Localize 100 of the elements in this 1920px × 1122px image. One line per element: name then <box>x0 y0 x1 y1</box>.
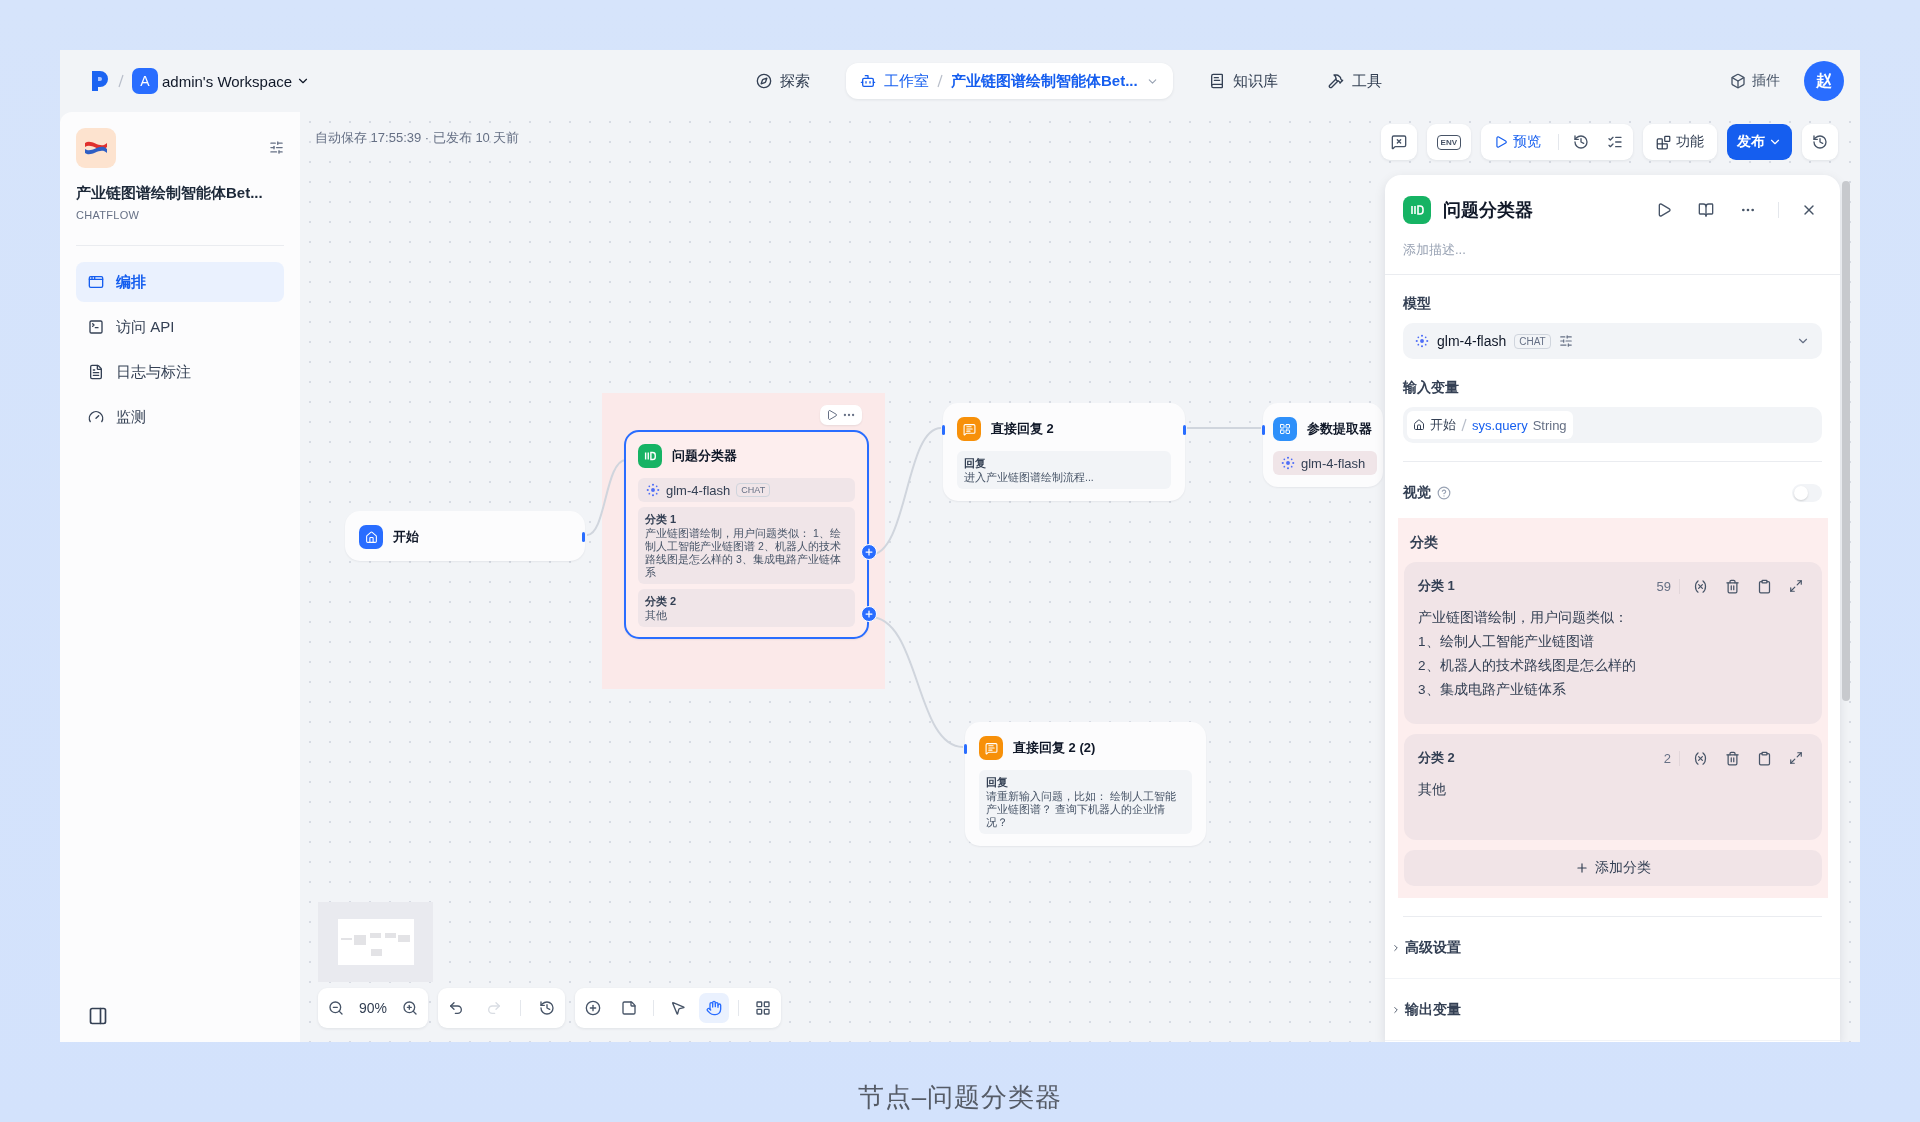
sidebar-item[interactable]: 日志与标注 <box>76 352 284 392</box>
history-icon[interactable] <box>539 1000 556 1016</box>
variable-name: sys.query <box>1472 417 1528 433</box>
workflow-node[interactable]: 参数提取器 glm-4-flash <box>1263 403 1383 487</box>
add-class-button[interactable]: 添加分类 <box>1404 850 1822 886</box>
grid-icon <box>1279 423 1291 435</box>
class-label: 分类 1 <box>1418 577 1456 595</box>
chevron-right-icon <box>1391 942 1401 953</box>
document-icon <box>88 364 104 380</box>
workflow-node[interactable]: 直接回复 2 (2) 回复 请重新输入问题，比如： 绘制人工智能产业链图谱？ 查询下机器人的企业情况？ <box>965 722 1206 846</box>
chevron-right-icon <box>1391 1004 1401 1015</box>
home-icon <box>364 530 378 544</box>
class-label: 分类 1 <box>645 512 678 527</box>
zoom-level[interactable]: 90% <box>355 1000 392 1016</box>
classifier-icon <box>1409 202 1425 218</box>
window-icon <box>88 274 104 290</box>
reply-label: 回复 <box>986 775 1009 790</box>
plus-icon <box>1575 861 1589 875</box>
nav-label: 工具 <box>1351 71 1382 91</box>
class-text: 产业链图谱绘制，用户问题类似： 1、绘制人工智能产业链图谱 2、机器人的技术路线图是怎么样的 3、集成电路产业链体系 <box>645 527 842 579</box>
model-icon <box>1415 334 1429 348</box>
class-text-line[interactable]: 2、机器人的技术路线图是怎么样的 <box>1418 654 1808 678</box>
message-icon <box>962 422 976 436</box>
variable-field[interactable]: 开始 sys.query String <box>1403 407 1822 443</box>
cube-icon <box>1730 73 1746 89</box>
run-icon[interactable] <box>826 409 838 421</box>
vision-toggle[interactable] <box>1792 484 1822 502</box>
home-icon <box>1413 419 1425 431</box>
book-icon <box>1208 73 1225 89</box>
caption: 节点–问题分类器 <box>857 1081 1063 1114</box>
breadcrumb-separator <box>118 74 124 88</box>
preview-button[interactable]: 预览 <box>1484 127 1551 157</box>
sidebar-item[interactable]: 编排 <box>76 262 284 302</box>
publish-button[interactable]: 发布 <box>1727 124 1792 160</box>
collapse-sidebar-icon[interactable] <box>88 1006 108 1026</box>
sidebar-item[interactable]: 访问 API <box>76 307 284 347</box>
section-label: 模型 <box>1403 295 1432 313</box>
node-title: 直接回复 2 (2) <box>1013 739 1096 757</box>
message-icon <box>984 741 998 755</box>
class-text-line[interactable]: 1、绘制人工智能产业链图谱 <box>1418 630 1808 654</box>
connection-handle[interactable] <box>1183 425 1186 435</box>
workflow-node[interactable]: 直接回复 2 回复 进入产业链图谱绘制流程... <box>943 403 1185 501</box>
app-breadcrumb[interactable]: 产业链图谱绘制智能体Bet... <box>951 71 1138 91</box>
workflow-node[interactable]: 开始 <box>345 511 585 561</box>
model-select[interactable]: glm-4-flash CHAT <box>1403 323 1822 359</box>
collapsible-section[interactable]: 高级设置 <box>1385 917 1840 979</box>
sidebar-item[interactable]: 监测 <box>76 397 284 437</box>
workspace-name: admin's Workspace <box>162 72 293 90</box>
panel-title: 问题分类器 <box>1443 199 1534 222</box>
terminal-icon <box>88 319 104 335</box>
scrollbar[interactable] <box>1842 181 1850 701</box>
nav-tab[interactable]: 工作室 产业链图谱绘制智能体Bet... <box>846 63 1173 99</box>
workspace-avatar: A <box>132 68 158 94</box>
nav-tab[interactable]: 工具 <box>1313 63 1396 99</box>
section-label: 输入变量 <box>1403 379 1460 397</box>
connection-handle[interactable] <box>964 744 967 754</box>
reply-text: 进入产业链图谱绘制流程... <box>964 471 1095 484</box>
settings-icon[interactable] <box>269 140 284 155</box>
collapsible-section[interactable]: 输出变量 <box>1385 979 1840 1041</box>
nav-tab[interactable]: 知识库 <box>1194 63 1292 99</box>
breadcrumb-separator <box>937 74 943 88</box>
class-text-line[interactable]: 3、集成电路产业链体系 <box>1418 678 1808 702</box>
section-label: 视觉 <box>1403 484 1431 502</box>
nav-label: 工作室 <box>884 71 929 91</box>
app-type: CHATFLOW <box>76 209 141 221</box>
class-label: 分类 2 <box>645 594 678 609</box>
user-avatar[interactable]: 赵 <box>1804 61 1844 101</box>
workflow-node[interactable]: 问题分类器 glm-4-flash CHAT 分类 1 产业链图谱绘制，用户问题类似： 1、绘制人工智能产业链图谱 2、机器人的技术路线图是怎么样的 3、集成电路产业链体系 分类 2 其他 <box>624 430 869 639</box>
nav-label: 探索 <box>780 71 810 91</box>
app-name: 产业链图谱绘制智能体Bet... <box>76 184 264 203</box>
sliders-icon[interactable] <box>1558 334 1573 348</box>
undo-icon[interactable] <box>448 1000 465 1016</box>
model-icon <box>1281 456 1295 470</box>
env-button[interactable]: ENV <box>1436 134 1461 150</box>
char-count: 59 <box>1656 578 1680 594</box>
variable-source-label: 开始 <box>1430 416 1456 434</box>
workspace-switcher[interactable]: A admin's Workspace <box>132 68 311 94</box>
reply-label: 回复 <box>964 456 987 471</box>
connection-handle[interactable] <box>582 532 585 542</box>
model-name: glm-4-flash <box>1301 455 1366 471</box>
node-title: 问题分类器 <box>672 447 737 465</box>
char-count: 2 <box>1663 750 1680 766</box>
hand-icon[interactable] <box>699 993 730 1023</box>
robot-icon <box>860 73 876 89</box>
description-field[interactable]: 添加描述... <box>1403 239 1822 259</box>
save-status: 自动保存 17:55:39 · 已发布 10 天前 <box>315 129 520 147</box>
plugins-button[interactable]: 插件 <box>1724 71 1786 91</box>
section-label: 分类 <box>1410 534 1439 552</box>
features-button[interactable]: 功能 <box>1646 127 1714 157</box>
node-title: 开始 <box>393 528 419 546</box>
nav-tab[interactable]: 探索 <box>742 63 824 99</box>
help-icon[interactable] <box>1437 486 1451 500</box>
app-icon <box>76 128 116 168</box>
gauge-icon <box>88 409 104 425</box>
model-name: glm-4-flash <box>666 482 731 498</box>
connection-handle[interactable] <box>1262 425 1265 435</box>
compass-icon <box>756 73 772 89</box>
connection-handle[interactable] <box>942 425 945 435</box>
class-text-line[interactable]: 其他 <box>1418 778 1808 802</box>
class-text-line[interactable]: 产业链图谱绘制，用户问题类似： <box>1418 606 1808 630</box>
